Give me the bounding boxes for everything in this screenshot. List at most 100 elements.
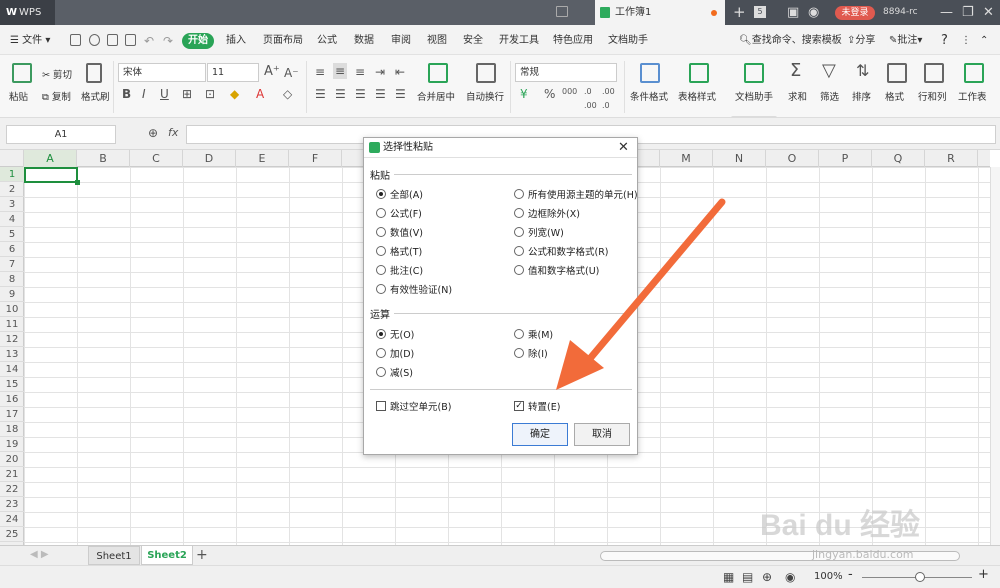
column-header[interactable]: E bbox=[236, 150, 289, 167]
login-button[interactable]: 未登录 bbox=[835, 6, 875, 20]
radio-paste-comments[interactable] bbox=[376, 265, 386, 275]
radio-paste-validation[interactable] bbox=[376, 284, 386, 294]
row-header[interactable]: 6 bbox=[0, 242, 24, 257]
menu-data[interactable]: 数据 bbox=[354, 25, 374, 57]
wrap-icon[interactable] bbox=[476, 63, 496, 83]
format-painter-icon[interactable] bbox=[86, 63, 102, 83]
undo-icon[interactable]: ↶ bbox=[144, 25, 154, 57]
bold-icon[interactable]: B bbox=[122, 87, 131, 101]
column-header[interactable]: Q bbox=[872, 150, 925, 167]
merge-icon[interactable] bbox=[428, 63, 448, 83]
menu-page-layout[interactable]: 页面布局 bbox=[263, 25, 303, 57]
row-header[interactable]: 3 bbox=[0, 197, 24, 212]
page-layout-view-icon[interactable]: ▤ bbox=[742, 570, 753, 584]
radio-op-subtract[interactable] bbox=[376, 367, 386, 377]
cancel-button[interactable]: 取消 bbox=[574, 423, 630, 446]
sheet-nav-icon[interactable]: ◀ ▶ bbox=[30, 549, 49, 560]
eye-protect-icon[interactable]: ◉ bbox=[785, 570, 795, 584]
font-color-icon[interactable]: A bbox=[256, 87, 264, 101]
radio-op-add[interactable] bbox=[376, 348, 386, 358]
row-header[interactable]: 21 bbox=[0, 467, 24, 482]
menu-review[interactable]: 审阅 bbox=[391, 25, 411, 57]
print-icon[interactable] bbox=[107, 34, 118, 46]
radio-paste-formula-numfmt[interactable] bbox=[514, 246, 524, 256]
table-style-icon[interactable] bbox=[689, 63, 709, 83]
filter-icon[interactable]: ▽ bbox=[822, 62, 836, 80]
menu-doc-helper[interactable]: 文档助手 bbox=[608, 25, 648, 57]
thousand-sep-icon[interactable]: 000 bbox=[562, 85, 577, 99]
italic-icon[interactable]: I bbox=[142, 87, 146, 101]
radio-op-multiply[interactable] bbox=[514, 329, 524, 339]
row-header[interactable]: 16 bbox=[0, 392, 24, 407]
more-icon[interactable]: ⋮ bbox=[961, 25, 971, 57]
annotate-button[interactable]: ✎批注▾ bbox=[889, 25, 922, 57]
row-header[interactable]: 5 bbox=[0, 227, 24, 242]
menu-file[interactable]: ☰ 文件 ▾ bbox=[10, 25, 50, 57]
row-header[interactable]: 2 bbox=[0, 182, 24, 197]
row-header[interactable]: 20 bbox=[0, 452, 24, 467]
monitor-icon[interactable] bbox=[556, 6, 568, 17]
transpose-checkbox[interactable]: ✓ bbox=[514, 401, 524, 411]
menu-security[interactable]: 安全 bbox=[463, 25, 483, 57]
row-header[interactable]: 25 bbox=[0, 527, 24, 542]
distribute-icon[interactable]: ☰ bbox=[395, 87, 406, 101]
row-header[interactable]: 9 bbox=[0, 287, 24, 302]
row-header[interactable]: 22 bbox=[0, 482, 24, 497]
zoom-level[interactable]: 100% bbox=[814, 571, 843, 582]
zoom-out-button[interactable]: - bbox=[848, 567, 853, 582]
zoom-slider-thumb[interactable] bbox=[915, 572, 925, 582]
radio-paste-col-widths[interactable] bbox=[514, 227, 524, 237]
export-icon[interactable] bbox=[89, 34, 100, 46]
document-tab[interactable]: 工作簿1 bbox=[595, 0, 725, 25]
paste-button[interactable]: 粘贴 bbox=[9, 89, 28, 103]
dialog-title-bar[interactable]: 选择性粘贴 ✕ bbox=[364, 138, 637, 158]
align-center-icon[interactable]: ☰ bbox=[335, 87, 346, 101]
row-header[interactable]: 12 bbox=[0, 332, 24, 347]
increase-font-icon[interactable]: A⁺ bbox=[264, 65, 280, 79]
command-search[interactable]: 🔍︎查找命令、搜索模板 bbox=[739, 25, 842, 57]
name-box[interactable]: A1 bbox=[6, 125, 116, 144]
cond-format-icon[interactable] bbox=[640, 63, 660, 83]
row-header[interactable]: 17 bbox=[0, 407, 24, 422]
row-header[interactable]: 7 bbox=[0, 257, 24, 272]
column-header[interactable]: R bbox=[925, 150, 978, 167]
menu-start[interactable]: 开始 bbox=[182, 33, 214, 49]
paste-icon[interactable] bbox=[12, 63, 32, 83]
new-tab-icon[interactable]: + bbox=[733, 0, 746, 25]
ok-button[interactable]: 确定 bbox=[512, 423, 568, 446]
column-header[interactable]: C bbox=[130, 150, 183, 167]
column-header[interactable]: A bbox=[24, 150, 77, 167]
fx-button[interactable]: fx bbox=[168, 126, 178, 139]
align-bottom-icon[interactable]: ≡ bbox=[355, 65, 365, 79]
help-icon[interactable]: ? bbox=[941, 25, 948, 57]
column-header[interactable]: D bbox=[183, 150, 236, 167]
filter-button[interactable]: 筛选 bbox=[820, 89, 839, 103]
column-header[interactable]: B bbox=[77, 150, 130, 167]
align-top-icon[interactable]: ≡ bbox=[315, 65, 325, 79]
cut-button[interactable]: ✂ 剪切 bbox=[42, 67, 72, 81]
indent-icon[interactable]: ⇥ bbox=[375, 65, 385, 79]
align-middle-icon[interactable]: ≡ bbox=[333, 63, 348, 79]
sheet-button[interactable]: 工作表 bbox=[958, 89, 987, 103]
column-header[interactable]: F bbox=[289, 150, 342, 167]
row-header[interactable]: 19 bbox=[0, 437, 24, 452]
sum-icon[interactable]: Σ bbox=[790, 62, 801, 80]
column-header[interactable]: M bbox=[660, 150, 713, 167]
increase-decimal-icon[interactable]: .0.00 bbox=[584, 85, 597, 113]
row-header[interactable]: 24 bbox=[0, 512, 24, 527]
save-icon[interactable] bbox=[70, 34, 81, 46]
minimize-icon[interactable]: — bbox=[940, 0, 953, 25]
vertical-scrollbar[interactable] bbox=[990, 167, 1000, 545]
tab-count-badge[interactable]: 5 bbox=[754, 6, 766, 18]
outdent-icon[interactable]: ⇤ bbox=[395, 65, 405, 79]
row-header[interactable]: 1 bbox=[0, 167, 24, 182]
close-window-icon[interactable]: ✕ bbox=[983, 0, 994, 25]
row-header[interactable]: 8 bbox=[0, 272, 24, 287]
merge-button[interactable]: 合并居中 bbox=[417, 89, 455, 103]
border-icon[interactable]: ⊞ bbox=[182, 87, 192, 101]
add-sheet-button[interactable]: + bbox=[196, 547, 208, 563]
menu-insert[interactable]: 插入 bbox=[226, 25, 246, 57]
radio-paste-source-theme[interactable] bbox=[514, 189, 524, 199]
justify-icon[interactable]: ☰ bbox=[375, 87, 386, 101]
zoom-search-icon[interactable]: ⊕ bbox=[148, 126, 158, 140]
